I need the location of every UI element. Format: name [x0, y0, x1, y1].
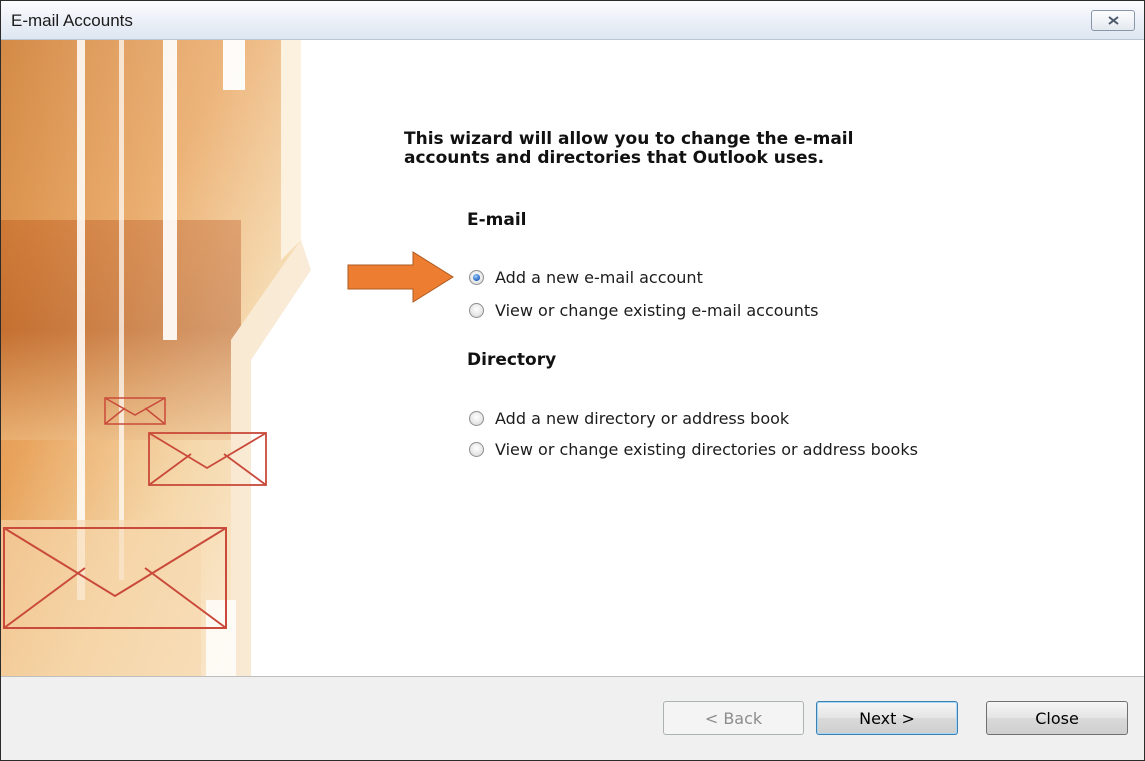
- radio-button[interactable]: [469, 410, 484, 426]
- next-button[interactable]: Next >: [816, 701, 958, 735]
- close-button[interactable]: Close: [986, 701, 1128, 735]
- radio-button[interactable]: [469, 302, 484, 318]
- view-change-email-accounts-radio[interactable]: View or change existing e-mail accounts: [469, 299, 818, 321]
- add-email-account-radio[interactable]: Add a new e-mail account: [469, 266, 703, 288]
- add-directory-radio[interactable]: Add a new directory or address book: [469, 407, 789, 429]
- radio-button-checked[interactable]: [469, 269, 484, 285]
- email-accounts-dialog: E-mail Accounts This wizard will allow y…: [0, 0, 1145, 761]
- email-section-heading: E-mail: [467, 210, 527, 230]
- arrow-right-icon: [347, 251, 454, 303]
- wizard-banner-image: [1, 40, 343, 676]
- back-button[interactable]: < Back: [663, 701, 804, 735]
- close-x-icon: [1108, 16, 1119, 25]
- title-bar[interactable]: E-mail Accounts: [1, 1, 1144, 40]
- button-bar: < Back Next > Close: [1, 676, 1144, 760]
- close-window-button[interactable]: [1091, 10, 1135, 31]
- directory-section-heading: Directory: [467, 350, 557, 370]
- wizard-intro-text: This wizard will allow you to change the…: [404, 129, 854, 168]
- radio-button[interactable]: [469, 441, 484, 457]
- view-change-directories-radio[interactable]: View or change existing directories or a…: [469, 438, 918, 460]
- wizard-content: This wizard will allow you to change the…: [343, 40, 1144, 676]
- window-title: E-mail Accounts: [11, 11, 133, 30]
